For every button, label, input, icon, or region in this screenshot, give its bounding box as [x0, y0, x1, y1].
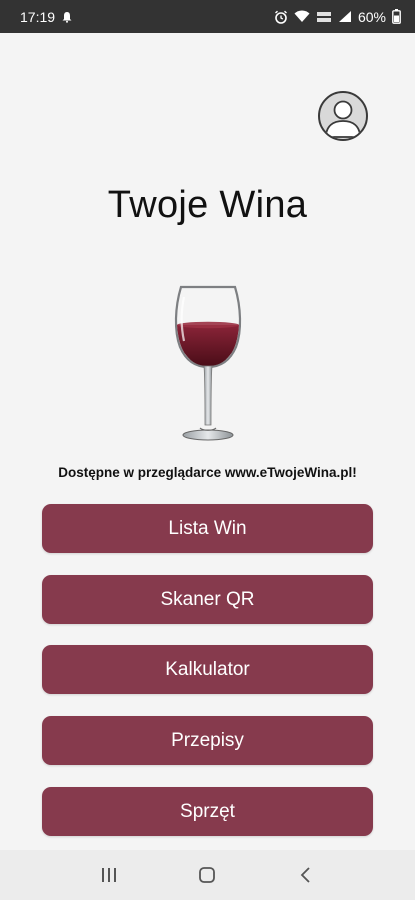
app-title: Twoje Wina	[107, 184, 308, 226]
back-icon	[300, 867, 310, 883]
recipes-button[interactable]: Przepisy	[42, 716, 373, 765]
home-button[interactable]	[187, 855, 227, 895]
alarm-icon	[274, 10, 288, 24]
recent-apps-button[interactable]	[89, 855, 129, 895]
status-time: 17:19	[20, 8, 56, 25]
user-avatar-icon	[325, 100, 361, 138]
system-nav-bar	[0, 850, 415, 900]
status-bar: 17:19 60%	[0, 0, 415, 33]
browser-availability-note: Dostępne w przeglądarce www.eTwojeWina.p…	[58, 465, 357, 480]
profile-button[interactable]	[318, 91, 368, 141]
wifi-icon	[294, 10, 310, 23]
wine-glass-image	[170, 283, 246, 443]
back-button[interactable]	[286, 855, 326, 895]
home-icon	[199, 867, 216, 883]
qr-scanner-button[interactable]: Skaner QR	[42, 575, 373, 624]
recent-apps-icon	[102, 868, 117, 882]
battery-percent: 60%	[357, 8, 386, 25]
volte-icon	[316, 11, 332, 23]
notification-icon	[61, 11, 73, 23]
calculator-button[interactable]: Kalkulator	[42, 645, 373, 694]
equipment-button[interactable]: Sprzęt	[42, 787, 373, 836]
wine-list-button[interactable]: Lista Win	[42, 504, 373, 553]
signal-icon	[338, 10, 352, 23]
battery-icon	[392, 9, 401, 24]
